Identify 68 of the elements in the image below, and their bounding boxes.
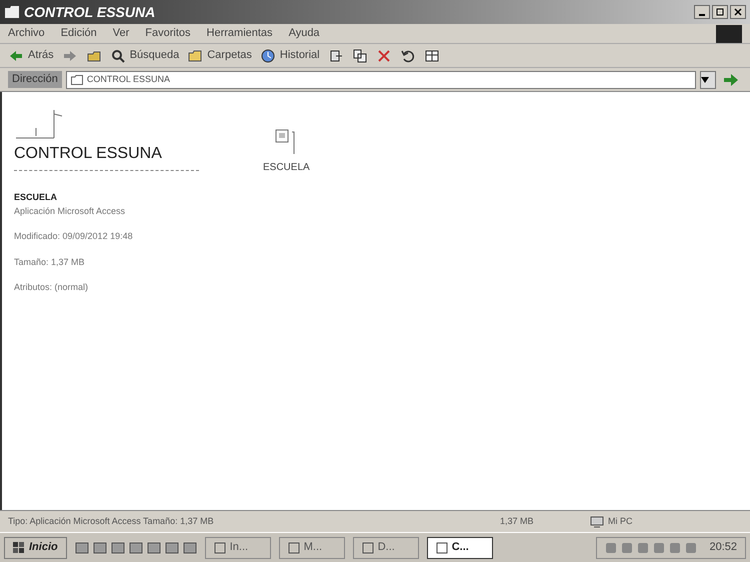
undo-button[interactable]	[400, 48, 416, 64]
folder-title: CONTROL ESSUNA	[14, 142, 199, 171]
folders-icon	[187, 48, 204, 64]
history-icon	[260, 48, 276, 64]
taskbar-button[interactable]: D...	[352, 536, 419, 558]
computer-icon	[590, 516, 604, 528]
menu-item[interactable]: Archivo	[8, 25, 45, 42]
delete-button[interactable]	[376, 48, 392, 64]
search-button[interactable]: Búsqueda	[110, 47, 180, 64]
window-icon	[288, 542, 300, 554]
views-button[interactable]	[424, 48, 440, 64]
quick-launch-icon[interactable]	[164, 540, 179, 554]
delete-icon	[376, 48, 392, 64]
window-icon	[362, 542, 374, 554]
quick-launch-icon[interactable]	[146, 540, 161, 554]
dropdown-button[interactable]	[700, 70, 716, 88]
taskbar-button[interactable]: M...	[278, 536, 345, 558]
clock: 20:52	[709, 540, 737, 556]
tray-icon	[605, 542, 618, 554]
tray-icon	[621, 542, 634, 554]
taskbar-button[interactable]: In...	[204, 536, 271, 558]
quick-launch-icon[interactable]	[92, 540, 107, 554]
copy-button[interactable]	[352, 48, 368, 64]
window-icon	[214, 542, 226, 554]
tray-icon	[653, 542, 666, 554]
maximize-icon	[716, 8, 724, 16]
file-item[interactable]: ESCUELA	[263, 128, 310, 175]
quick-launch-icon[interactable]	[110, 540, 125, 554]
close-button[interactable]	[730, 5, 746, 19]
minimize-button[interactable]	[694, 5, 710, 19]
taskbar-button[interactable]: C...	[426, 536, 493, 558]
quick-launch-icon[interactable]	[74, 540, 89, 554]
move-icon	[328, 48, 344, 64]
menu-item[interactable]: Ayuda	[288, 25, 320, 42]
quick-launch-icon[interactable]	[128, 540, 143, 554]
file-modified: Modificado: 09/09/2012 19:48	[14, 230, 134, 243]
status-zone: Mi PC	[608, 514, 632, 528]
window-title: CONTROL ESSUNA	[24, 2, 156, 22]
move-button[interactable]	[328, 48, 344, 64]
views-icon	[424, 48, 440, 64]
search-icon	[110, 48, 126, 64]
copy-icon	[352, 48, 368, 64]
back-button[interactable]: Atrás	[8, 47, 54, 64]
address-field[interactable]: CONTROL ESSUNA	[66, 70, 696, 88]
window-icon	[436, 542, 448, 554]
tray-icon	[669, 542, 682, 554]
maximize-button[interactable]	[712, 5, 728, 19]
file-attributes: Atributos: (normal)	[14, 281, 90, 294]
close-icon	[734, 8, 742, 16]
start-button[interactable]: Inicio	[4, 536, 67, 558]
quick-launch-icon[interactable]	[182, 540, 197, 554]
arrow-icon	[724, 74, 738, 86]
folders-button[interactable]: Carpetas	[187, 47, 252, 64]
address-label: Dirección	[8, 71, 62, 88]
menu-item[interactable]: Favoritos	[145, 25, 191, 42]
caret-icon	[701, 76, 709, 82]
status-text: Tipo: Aplicación Microsoft Access Tamaño: 1,37 MB	[7, 514, 215, 528]
menu-item[interactable]: Edición	[60, 25, 97, 42]
file-size: Tamaño: 1,37 MB	[14, 256, 86, 268]
file-type: Aplicación Microsoft Access	[14, 204, 126, 218]
status-size: 1,37 MB	[500, 514, 535, 528]
menu-item[interactable]: Herramientas	[206, 25, 273, 42]
menu-item[interactable]: Ver	[112, 25, 130, 42]
tray-icon	[637, 542, 650, 554]
file-name: ESCUELA	[14, 191, 58, 204]
history-button[interactable]: Historial	[260, 47, 320, 64]
tray-icon	[685, 542, 698, 554]
undo-icon	[400, 48, 416, 64]
